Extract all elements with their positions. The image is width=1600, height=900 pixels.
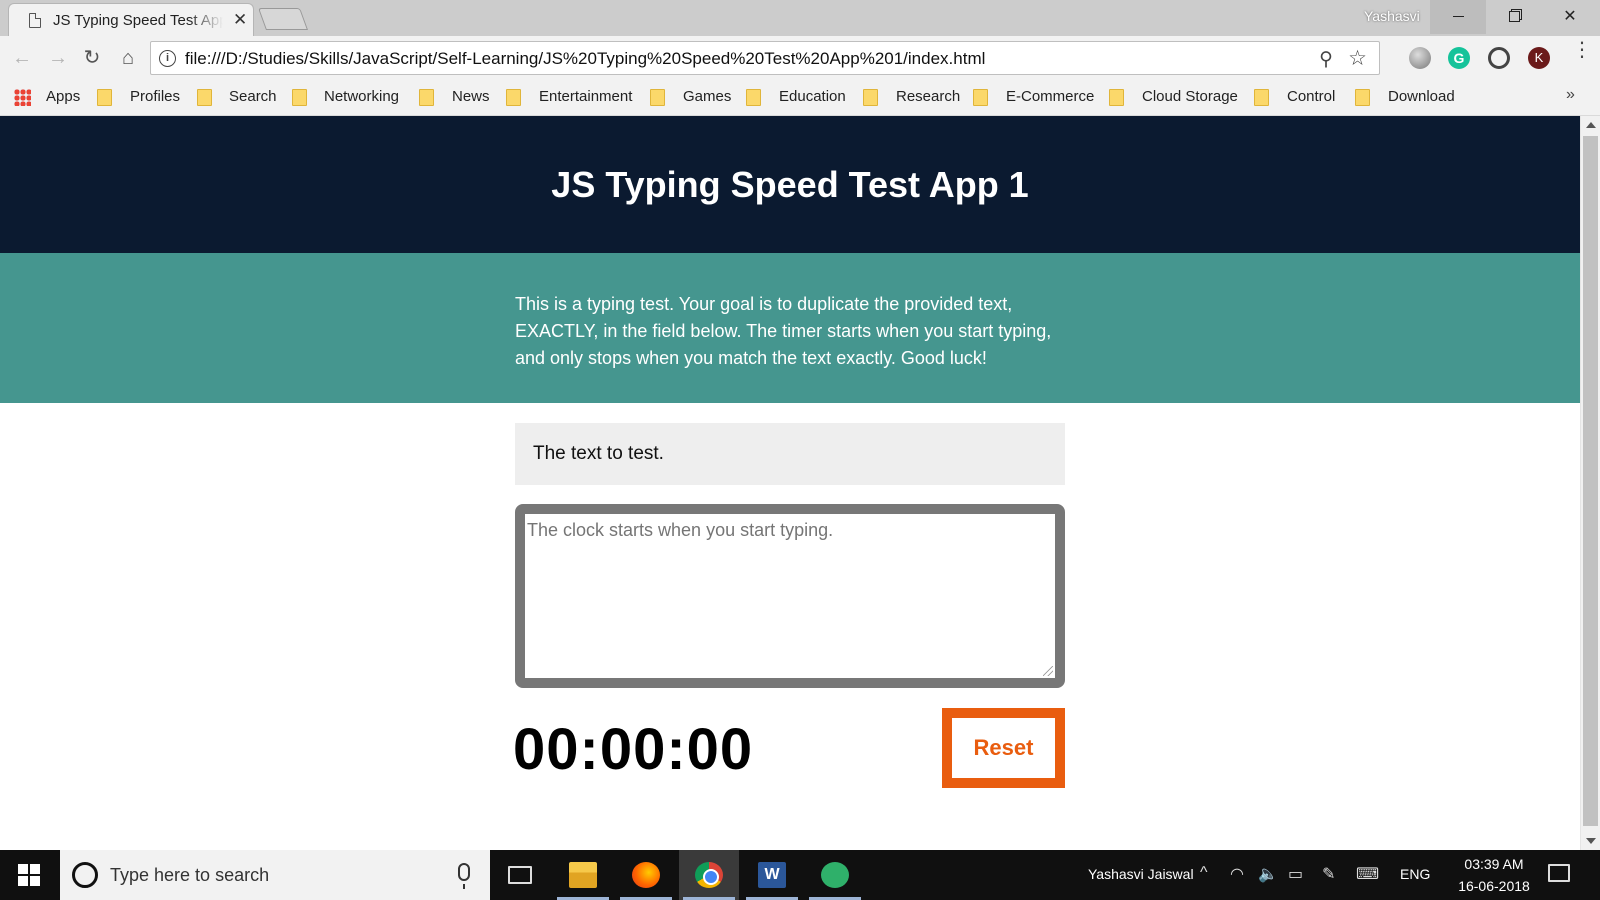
tray-user-name[interactable]: Yashasvi Jaiswal [1088,866,1194,882]
home-button[interactable]: ⌂ [116,46,140,70]
tab-close-icon[interactable]: ✕ [233,10,247,30]
taskbar-atom[interactable] [805,850,865,900]
touch-keyboard-icon[interactable]: ⌨ [1356,864,1379,884]
atom-icon [821,862,849,888]
grammarly-extension-icon[interactable]: G [1448,47,1470,69]
folder-icon [973,89,988,106]
bookmark-networking[interactable]: Networking [324,88,399,105]
bookmark-games[interactable]: Games [683,88,731,105]
page-title: JS Typing Speed Test App 1 [551,164,1029,205]
folder-icon [1254,89,1269,106]
page-header: JS Typing Speed Test App 1 [0,116,1580,253]
taskbar-word[interactable]: W [742,850,802,900]
folder-icon [292,89,307,106]
windows-start-icon[interactable] [18,864,40,886]
taskbar-file-explorer[interactable] [553,850,613,900]
folder-icon [650,89,665,106]
bookmark-profiles[interactable]: Profiles [130,88,180,105]
microphone-icon[interactable] [458,863,470,889]
web-page: JS Typing Speed Test App 1 This is a typ… [0,116,1580,850]
new-tab-button[interactable] [257,8,309,30]
clock-date[interactable]: 16-06-2018 [1448,878,1540,894]
page-icon [29,13,41,28]
test-area-wrapper [515,504,1065,688]
profile-name[interactable]: Yashasvi [1364,8,1420,24]
intro-text: This is a typing test. Your goal is to d… [515,294,1052,368]
folder-icon [863,89,878,106]
site-info-icon[interactable]: i [159,50,176,67]
bookmark-cloud-storage[interactable]: Cloud Storage [1142,88,1238,105]
chrome-icon [695,862,723,888]
folder-icon [746,89,761,106]
maximize-button[interactable] [1486,0,1542,34]
more-bookmarks-icon[interactable]: » [1566,86,1575,104]
volume-icon[interactable]: 🔈 [1258,864,1278,884]
timer-display: 00:00:00 [513,717,754,782]
bookmark-education[interactable]: Education [779,88,846,105]
scroll-down-icon[interactable] [1586,838,1596,844]
folder-icon [197,89,212,106]
window-close-button[interactable]: ✕ [1542,0,1598,34]
folder-icon [506,89,521,106]
bookmarks-bar: Apps Profiles Search Networking News Ent… [0,80,1600,116]
forward-button[interactable]: → [46,46,70,70]
browser-titlebar: JS Typing Speed Test App 1 ✕ Yashasvi ✕ [0,0,1600,36]
globe-extension-icon[interactable] [1409,47,1431,69]
bookmark-news[interactable]: News [452,88,490,105]
intro-section: This is a typing test. Your goal is to d… [0,253,1580,403]
minimize-button[interactable] [1430,0,1486,34]
back-button[interactable]: ← [10,46,34,70]
show-hidden-icons-chevron-icon[interactable]: ^ [1200,864,1208,882]
browser-menu-icon[interactable]: ⋮ [1572,40,1592,60]
clock-time[interactable]: 03:39 AM [1448,856,1540,872]
profile-extension-icon[interactable]: K [1528,47,1550,69]
url-text[interactable]: file:///D:/Studies/Skills/JavaScript/Sel… [185,49,985,69]
action-center-icon[interactable] [1548,864,1570,882]
sync-extension-icon[interactable] [1488,47,1510,69]
pen-icon[interactable]: ✎ [1322,864,1335,884]
browser-tab[interactable]: JS Typing Speed Test App 1 ✕ [8,3,254,36]
folder-icon [1355,89,1370,106]
tab-title: JS Typing Speed Test App 1 [53,12,223,29]
taskbar-search-box[interactable]: Type here to search [60,850,490,900]
firefox-icon [632,862,660,888]
cortana-icon [72,862,98,888]
page-scrollbar[interactable] [1580,116,1600,850]
apps-grid-icon[interactable] [14,89,31,106]
bookmark-star-icon[interactable]: ☆ [1348,46,1367,71]
task-view-icon[interactable] [508,866,532,884]
restore-icon [1508,11,1520,23]
reset-button[interactable]: Reset [942,708,1065,788]
browser-toolbar: ← → ↻ ⌂ i file:///D:/Studies/Skills/Java… [0,36,1600,80]
origin-text: The text to test. [515,423,1065,485]
file-explorer-icon [569,862,597,888]
typing-textarea[interactable] [525,514,1055,678]
bookmark-entertainment[interactable]: Entertainment [539,88,632,105]
wifi-icon[interactable]: ◠ [1230,864,1244,884]
word-icon: W [758,862,786,888]
bookmark-e-commerce[interactable]: E-Commerce [1006,88,1094,105]
scroll-up-icon[interactable] [1586,122,1596,128]
scroll-thumb[interactable] [1583,136,1598,826]
taskbar-firefox[interactable] [616,850,676,900]
resize-handle-icon[interactable] [1043,666,1053,676]
bookmark-search[interactable]: Search [229,88,277,105]
zoom-icon[interactable]: ⚲ [1319,48,1333,71]
folder-icon [419,89,434,106]
windows-taskbar: Type here to search W Yashasvi Jaiswal ^… [0,850,1600,900]
taskbar-search-placeholder: Type here to search [110,865,270,885]
bookmark-research[interactable]: Research [896,88,960,105]
folder-icon [97,89,112,106]
battery-icon[interactable]: ▭ [1288,864,1303,884]
folder-icon [1109,89,1124,106]
address-bar[interactable]: i file:///D:/Studies/Skills/JavaScript/S… [150,41,1380,75]
taskbar-chrome[interactable] [679,850,739,900]
reload-button[interactable]: ↻ [80,46,104,70]
bookmark-download[interactable]: Download [1388,88,1455,105]
input-language[interactable]: ENG [1400,866,1430,882]
bookmark-control[interactable]: Control [1287,88,1335,105]
bookmark-apps[interactable]: Apps [46,88,80,105]
